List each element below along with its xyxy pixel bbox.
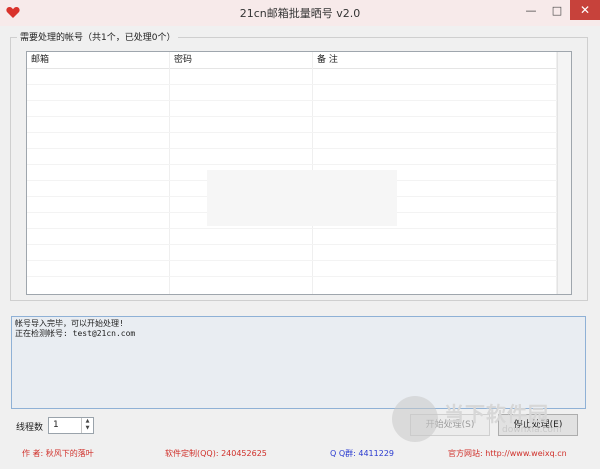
row-gridline (27, 116, 557, 117)
column-header-note[interactable]: 备 注 (313, 52, 517, 68)
log-line: 正在检测帐号: test@21cn.com (15, 329, 136, 338)
threads-stepper[interactable]: 1 ▲ ▼ (48, 417, 94, 434)
spin-buttons[interactable]: ▲ ▼ (81, 418, 93, 433)
redacted-region (207, 170, 397, 226)
threads-label: 线程数 (16, 423, 44, 433)
minimize-icon: — (525, 3, 537, 17)
spin-down-icon[interactable]: ▼ (82, 425, 93, 432)
column-header-password[interactable]: 密码 (170, 52, 314, 68)
row-gridline (27, 148, 557, 149)
official-site-link[interactable]: 官方网站: http://www.weixq.cn (448, 448, 567, 459)
accounts-list[interactable]: 邮箱 密码 备 注 (26, 51, 572, 295)
row-gridline (27, 132, 557, 133)
window-title: 21cn邮箱批量晒号 v2.0 (239, 7, 361, 20)
stop-button[interactable]: 停止处理(E) (498, 414, 578, 436)
spin-up-icon[interactable]: ▲ (82, 418, 93, 425)
row-gridline (27, 228, 557, 229)
row-gridline (27, 276, 557, 277)
log-line: 帐号导入完毕，可以开始处理! (15, 319, 124, 328)
close-icon: ✕ (579, 3, 591, 17)
row-gridline (27, 260, 557, 261)
maximize-button[interactable]: □ (544, 0, 570, 20)
minimize-button[interactable]: — (518, 0, 544, 20)
column-header-email[interactable]: 邮箱 (27, 52, 171, 68)
column-divider (169, 52, 170, 294)
qq-group-label: Q Q群: 4411229 (330, 449, 395, 458)
row-gridline (27, 164, 557, 165)
close-button[interactable]: ✕ (570, 0, 600, 20)
title-bar[interactable]: 21cn邮箱批量晒号 v2.0 — □ ✕ (0, 0, 600, 26)
threads-value: 1 (53, 420, 59, 430)
custom-qq-label: 软件定制(QQ): 240452625 (165, 449, 267, 458)
start-button[interactable]: 开始处理(S) (410, 414, 490, 436)
accounts-group-title: 需要处理的帐号（共1个，已处理0个） (17, 30, 179, 43)
maximize-icon: □ (551, 3, 563, 17)
row-gridline (27, 100, 557, 101)
app-window: 21cn邮箱批量晒号 v2.0 — □ ✕ 需要处理的帐号（共1个，已处理0个）… (0, 0, 600, 469)
list-scrollbar[interactable] (557, 52, 571, 294)
log-output[interactable]: 帐号导入完毕，可以开始处理! 正在检测帐号: test@21cn.com (11, 316, 586, 409)
row-gridline (27, 84, 557, 85)
author-label: 作 者: 秋风下的落叶 (22, 449, 94, 458)
list-header: 邮箱 密码 备 注 (27, 52, 557, 69)
row-gridline (27, 244, 557, 245)
